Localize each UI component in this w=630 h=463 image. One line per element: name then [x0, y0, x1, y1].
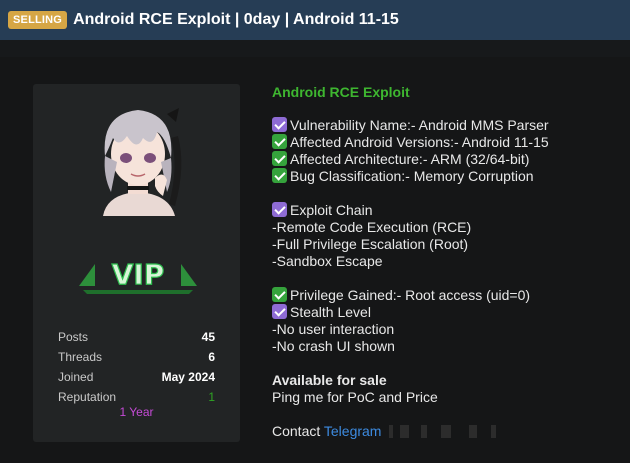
stealth-item: -No user interaction	[272, 321, 395, 337]
checkbox-icon	[272, 151, 287, 166]
thread-header: Selling Android RCE Exploit | 0day | And…	[0, 0, 630, 40]
stat-value: May 2024	[161, 370, 215, 384]
stat-label: Reputation	[58, 390, 117, 404]
chain-item: -Sandbox Escape	[272, 253, 383, 269]
ping-note: Ping me for PoC and Price	[272, 389, 438, 405]
contact-label: Contact	[272, 423, 321, 439]
checkbox-icon	[272, 304, 287, 319]
redacted-handle	[468, 425, 477, 438]
stat-row-posts: Posts 45	[58, 327, 215, 347]
post-heading: Android RCE Exploit	[272, 84, 410, 100]
checkbox-icon	[272, 134, 287, 149]
redacted-handle	[421, 425, 428, 438]
line-affected-arch: Affected Architecture:- ARM (32/64-bit)	[272, 151, 624, 168]
redacted-handle	[389, 425, 394, 438]
stat-label: Threads	[58, 350, 103, 364]
available-for-sale: Available for sale	[272, 372, 387, 388]
stat-row-reputation: Reputation 1	[58, 387, 215, 407]
stat-label: Joined	[58, 370, 94, 384]
member-tenure: 1 Year	[119, 405, 154, 419]
chain-item: -Remote Code Execution (RCE)	[272, 219, 472, 235]
redacted-handle	[400, 425, 410, 438]
line-bug-class: Bug Classification:- Memory Corruption	[272, 168, 624, 185]
stealth-item: -No crash UI shown	[272, 338, 395, 354]
checkbox-icon	[272, 117, 287, 132]
avatar[interactable]	[83, 96, 193, 216]
user-stats: Posts 45 Threads 6 Joined May 2024 Reput…	[58, 327, 215, 407]
checkbox-icon	[272, 287, 287, 302]
telegram-link[interactable]: Telegram	[324, 423, 382, 439]
header-separator	[0, 40, 630, 57]
line-exploit-chain: Exploit Chain	[272, 202, 624, 219]
thread-title: Android RCE Exploit | 0day | Android 11-…	[73, 11, 399, 28]
line-vuln-name: Vulnerability Name:- Android MMS Parser	[272, 117, 624, 134]
stat-label: Posts	[58, 330, 89, 344]
user-card: VIP Posts 45 Threads 6 Joined May 2024 R…	[33, 84, 240, 442]
stat-value[interactable]: 45	[202, 330, 215, 344]
checkbox-icon	[272, 168, 287, 183]
contact-line: Contact Telegram	[272, 423, 624, 440]
chain-item: -Full Privilege Escalation (Root)	[272, 236, 469, 252]
reputation-value[interactable]: 1	[208, 390, 215, 404]
line-stealth: Stealth Level	[272, 304, 624, 321]
redacted-handle	[441, 425, 452, 438]
checkbox-icon	[272, 202, 287, 217]
line-privilege: Privilege Gained:- Root access (uid=0)	[272, 287, 624, 304]
post-content: Android RCE Exploit Vulnerability Name:-…	[272, 84, 624, 440]
redacted-handle	[490, 425, 496, 438]
vip-badge: VIP	[79, 257, 197, 294]
prefix-badge[interactable]: Selling	[8, 11, 68, 29]
stat-value[interactable]: 6	[208, 350, 215, 364]
line-affected-versions: Affected Android Versions:- Android 11-1…	[272, 134, 624, 151]
stat-row-joined: Joined May 2024	[58, 367, 215, 387]
vip-badge-text: VIP	[112, 258, 165, 291]
stat-row-threads: Threads 6	[58, 347, 215, 367]
